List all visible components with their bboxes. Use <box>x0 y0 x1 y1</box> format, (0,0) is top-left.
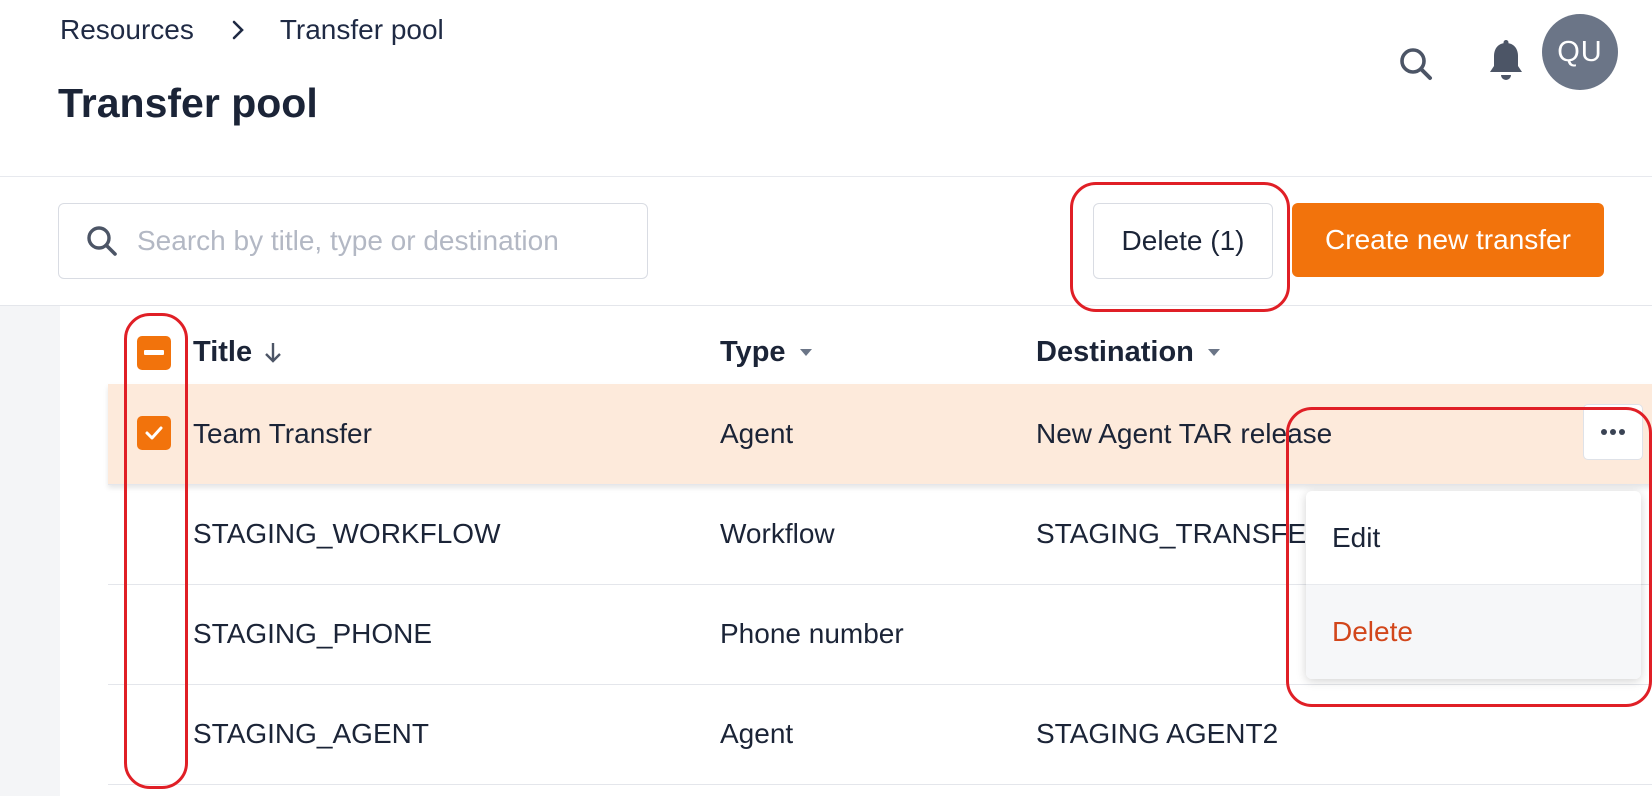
column-header-destination[interactable]: Destination <box>1036 336 1220 369</box>
row-type: Workflow <box>720 518 835 549</box>
header-actions: QU <box>1352 14 1652 94</box>
row-title: STAGING_WORKFLOW <box>193 518 501 549</box>
row-title: STAGING_PHONE <box>193 618 433 649</box>
toolbar: Delete (1) Create new transfer <box>0 177 1652 306</box>
search-icon <box>83 222 121 260</box>
row-destination: STAGING_TRANSFER <box>1036 518 1326 549</box>
caret-down-icon <box>1207 349 1220 356</box>
bell-icon[interactable] <box>1478 34 1534 90</box>
column-header-type[interactable]: Type <box>720 336 812 369</box>
column-header-title[interactable]: Title <box>193 336 284 369</box>
search-input[interactable] <box>135 224 639 258</box>
row-type: Agent <box>720 718 794 749</box>
row-actions-button[interactable] <box>1583 404 1643 460</box>
avatar[interactable]: QU <box>1542 14 1618 90</box>
checkbox-checked-icon[interactable] <box>137 416 171 450</box>
column-type-label: Type <box>720 336 786 368</box>
left-rail <box>0 306 60 796</box>
create-new-transfer-button[interactable]: Create new transfer <box>1292 203 1604 277</box>
row-title: STAGING_AGENT <box>193 718 429 749</box>
sort-arrow-down-icon <box>262 340 284 366</box>
page-header: Resources Transfer pool Transfer pool QU <box>0 0 1652 177</box>
chevron-right-icon <box>224 16 252 44</box>
row-type: Phone number <box>720 618 904 649</box>
breadcrumb-resources-link[interactable]: Resources <box>60 14 194 46</box>
page-title: Transfer pool <box>58 80 318 126</box>
breadcrumb-current: Transfer pool <box>279 14 444 45</box>
search-icon[interactable] <box>1388 36 1444 92</box>
column-title-label: Title <box>193 336 253 368</box>
menu-item-delete[interactable]: Delete <box>1306 585 1641 679</box>
search-field[interactable] <box>58 203 648 279</box>
delete-selected-button[interactable]: Delete (1) <box>1093 203 1273 279</box>
row-destination: New Agent TAR release <box>1036 418 1333 449</box>
row-title: Team Transfer <box>193 418 372 449</box>
checkbox-indeterminate-icon[interactable] <box>137 336 171 370</box>
menu-item-edit[interactable]: Edit <box>1306 491 1641 585</box>
ellipsis-icon <box>1600 423 1626 441</box>
row-destination: STAGING AGENT2 <box>1036 718 1279 749</box>
row-destination <box>1036 584 1326 684</box>
table-row[interactable]: Team Transfer Agent New Agent TAR releas… <box>108 384 1652 485</box>
table-row[interactable]: STAGING_AGENT Agent STAGING AGENT2 <box>108 684 1652 785</box>
caret-down-icon <box>799 349 812 356</box>
column-destination-label: Destination <box>1036 336 1194 368</box>
breadcrumb: Resources Transfer pool <box>60 14 444 46</box>
row-actions-menu: Edit Delete <box>1306 491 1641 679</box>
row-type: Agent <box>720 418 794 449</box>
